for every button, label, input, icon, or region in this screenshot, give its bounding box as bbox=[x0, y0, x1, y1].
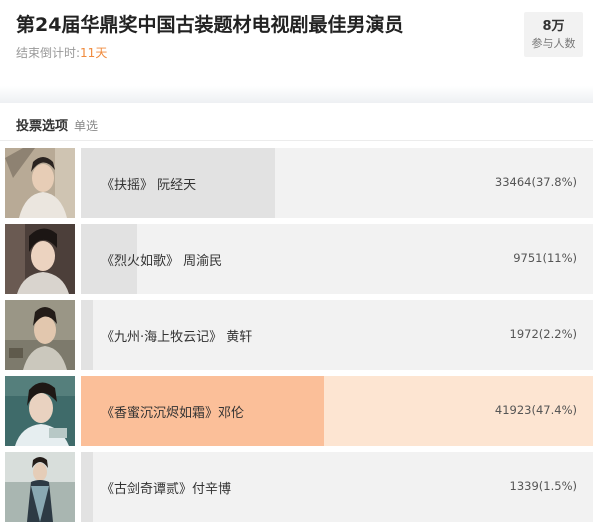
vote-count: 41923(47.4%) bbox=[494, 403, 577, 417]
countdown: 结束倒计时:11天 bbox=[16, 44, 107, 61]
candidate-photo bbox=[5, 452, 75, 522]
vote-option[interactable]: 《扶摇》 阮经天 33464(37.8%) bbox=[5, 148, 593, 218]
vote-count: 33464(37.8%) bbox=[494, 175, 577, 189]
vote-option[interactable]: 《烈火如歌》 周渝民 9751(11%) bbox=[5, 224, 593, 294]
option-label: 《烈火如歌》 周渝民 bbox=[101, 254, 223, 269]
result-fill bbox=[81, 452, 93, 522]
participants-count: 8万 bbox=[542, 19, 565, 34]
result-fill bbox=[81, 300, 93, 370]
vote-options-section: 投票选项 单选 《扶摇》 阮经天 33464(37.8%) 《烈火如歌》 周渝民… bbox=[0, 103, 593, 530]
result-bar: 《香蜜沉沉烬如霜》邓伦 41923(47.4%) bbox=[81, 376, 593, 446]
result-bar: 《古剑奇谭贰》付辛博 1339(1.5%) bbox=[81, 452, 593, 522]
vote-mode: 单选 bbox=[74, 119, 99, 133]
candidate-photo bbox=[5, 300, 75, 370]
vote-option[interactable]: 《九州·海上牧云记》 黄轩 1972(2.2%) bbox=[5, 300, 593, 370]
poll-header: 第24届华鼎奖中国古装题材电视剧最佳男演员 结束倒计时:11天 8万 参与人数 bbox=[0, 0, 593, 86]
candidate-photo bbox=[5, 224, 75, 294]
section-gap bbox=[0, 86, 593, 103]
result-bar: 《烈火如歌》 周渝民 9751(11%) bbox=[81, 224, 593, 294]
option-label: 《扶摇》 阮经天 bbox=[101, 178, 197, 193]
section-header: 投票选项 单选 bbox=[16, 115, 98, 134]
result-bar: 《扶摇》 阮经天 33464(37.8%) bbox=[81, 148, 593, 218]
divider bbox=[0, 140, 593, 141]
countdown-label: 结束倒计时: bbox=[16, 46, 81, 60]
participants-label: 参与人数 bbox=[531, 37, 576, 50]
result-bar: 《九州·海上牧云记》 黄轩 1972(2.2%) bbox=[81, 300, 593, 370]
poll-title: 第24届华鼎奖中国古装题材电视剧最佳男演员 bbox=[16, 14, 404, 36]
vote-count: 1972(2.2%) bbox=[509, 327, 577, 341]
option-label: 《香蜜沉沉烬如霜》邓伦 bbox=[101, 406, 245, 421]
candidate-photo bbox=[5, 148, 75, 218]
vote-option[interactable]: 《香蜜沉沉烬如霜》邓伦 41923(47.4%) bbox=[5, 376, 593, 446]
candidate-photo bbox=[5, 376, 75, 446]
vote-count: 1339(1.5%) bbox=[509, 479, 577, 493]
option-label: 《九州·海上牧云记》 黄轩 bbox=[101, 330, 253, 345]
countdown-value: 11天 bbox=[80, 46, 108, 60]
vote-count: 9751(11%) bbox=[513, 251, 577, 265]
option-label: 《古剑奇谭贰》付辛博 bbox=[101, 482, 232, 497]
section-title: 投票选项 bbox=[16, 119, 69, 134]
participants-badge: 8万 参与人数 bbox=[524, 12, 583, 57]
vote-option[interactable]: 《古剑奇谭贰》付辛博 1339(1.5%) bbox=[5, 452, 593, 522]
